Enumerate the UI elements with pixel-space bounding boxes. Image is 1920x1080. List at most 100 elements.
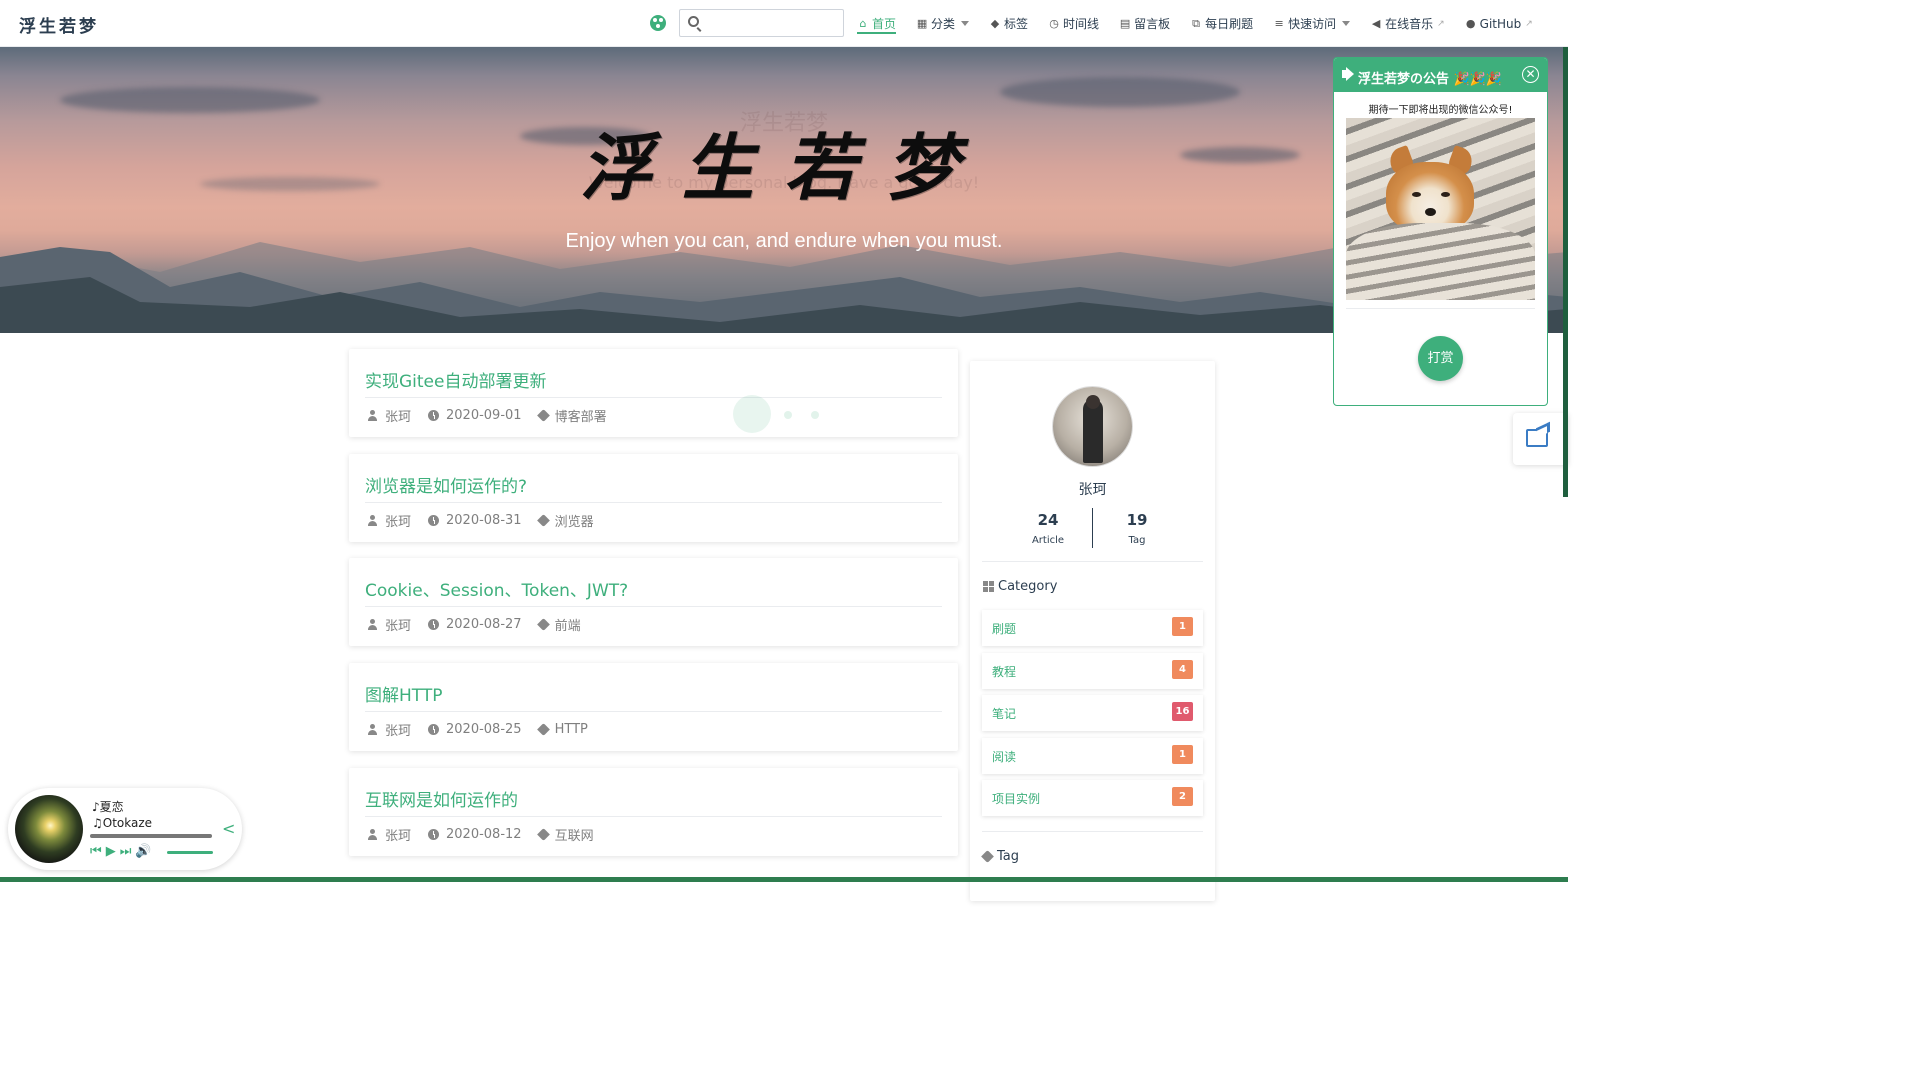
clock-icon: [428, 619, 440, 630]
category-name: 笔记: [992, 707, 1017, 721]
divider: [365, 606, 942, 607]
shiba-dog-image: [1346, 118, 1535, 300]
category-count-badge: 16: [1172, 702, 1193, 721]
nav-item-category[interactable]: ▦ 分类: [916, 0, 970, 47]
category-item[interactable]: 阅读 1: [982, 738, 1203, 774]
dog-eye: [1441, 192, 1450, 197]
category-count-badge: 1: [1172, 745, 1193, 764]
tag-icon: [981, 850, 994, 863]
list-icon: ≡: [1274, 16, 1284, 30]
post-tag[interactable]: 浏览器: [555, 511, 594, 530]
external-link-icon: ↗: [1437, 18, 1445, 29]
previous-icon[interactable]: ⏮: [90, 844, 102, 859]
play-icon[interactable]: ▶: [106, 844, 116, 859]
home-icon: ⌂: [859, 16, 867, 30]
user-icon: [367, 410, 378, 421]
site-name[interactable]: 浮生若梦: [19, 12, 99, 37]
user-icon: [367, 724, 378, 735]
post-title[interactable]: 图解HTTP: [365, 681, 443, 706]
reward-button[interactable]: 打赏: [1418, 336, 1463, 381]
nav-item-guestbook[interactable]: ▤ 留言板: [1119, 0, 1170, 47]
dog-nose: [1425, 208, 1436, 216]
search-input[interactable]: [704, 13, 838, 33]
collapse-icon[interactable]: <: [222, 819, 235, 838]
category-item[interactable]: 刷题 1: [982, 610, 1203, 646]
post-date: 2020-08-25: [446, 722, 522, 737]
post-title[interactable]: 实现Gitee自动部署更新: [365, 367, 546, 392]
divider: [1346, 308, 1535, 309]
scrollbar[interactable]: [1563, 47, 1568, 497]
post-meta: 张珂 2020-08-25 HTTP: [367, 720, 588, 739]
stat-articles[interactable]: 24 Article: [1018, 511, 1078, 546]
post-title[interactable]: 互联网是如何运作的: [365, 786, 518, 811]
divider: [1092, 508, 1093, 548]
album-cover[interactable]: [15, 795, 83, 863]
loading-pacman-icon: [733, 395, 771, 433]
divider: [365, 816, 942, 817]
post-date: 2020-08-31: [446, 513, 522, 528]
post-tag[interactable]: 互联网: [555, 825, 594, 844]
post-date: 2020-09-01: [446, 408, 522, 423]
post-tag[interactable]: 前端: [555, 615, 581, 634]
post-card: 互联网是如何运作的 张珂 2020-08-12 互联网: [349, 768, 958, 856]
user-icon: [367, 515, 378, 526]
category-item[interactable]: 项目实例 2: [982, 780, 1203, 816]
category-item[interactable]: 笔记 16: [982, 695, 1203, 731]
nav-item-label: 时间线: [1063, 17, 1100, 31]
post-date: 2020-08-27: [446, 617, 522, 632]
nav-item-music[interactable]: ◀ 在线音乐 ↗: [1370, 0, 1445, 47]
tag-icon: [536, 723, 550, 736]
palette-icon[interactable]: [650, 15, 666, 31]
notice-header: 浮生若梦の公告 🎉🎉🎉 ✕: [1334, 58, 1547, 92]
post-tag[interactable]: HTTP: [555, 722, 588, 737]
category-name: 阅读: [992, 750, 1017, 764]
speaker-icon: [1342, 70, 1348, 78]
divider: [365, 502, 942, 503]
post-author: 张珂: [385, 515, 412, 530]
blogger-name: 张珂: [1078, 482, 1107, 498]
post-author: 张珂: [385, 724, 412, 739]
github-icon: ●: [1465, 16, 1476, 30]
message-icon: ▤: [1119, 16, 1131, 30]
nav-item-quick-access[interactable]: ≡ 快速访问: [1273, 0, 1351, 47]
player-controls: ⏮ ▶ ⏭ 🔊: [90, 844, 156, 859]
notice-title: 浮生若梦の公告 🎉🎉🎉: [1358, 72, 1503, 87]
category-count-badge: 1: [1172, 617, 1193, 636]
progress-bar[interactable]: [90, 834, 212, 838]
nav-item-timeline[interactable]: ◷ 时间线: [1048, 0, 1099, 47]
share-button[interactable]: [1513, 413, 1568, 465]
nav-item-daily-practice[interactable]: ⧉ 每日刷题: [1190, 0, 1253, 47]
next-icon[interactable]: ⏭: [120, 844, 132, 859]
avatar-head: [1086, 395, 1100, 409]
post-card: 图解HTTP 张珂 2020-08-25 HTTP: [349, 663, 958, 751]
post-title[interactable]: Cookie、Session、Token、JWT?: [365, 576, 628, 601]
chevron-down-icon: [1342, 21, 1351, 26]
code-icon: ⧉: [1192, 16, 1200, 30]
blanket-shape: [1346, 223, 1535, 300]
stat-tags[interactable]: 19 Tag: [1107, 511, 1167, 546]
stat-number: 19: [1126, 511, 1148, 529]
category-item[interactable]: 教程 4: [982, 653, 1203, 689]
tag-icon: ◆: [990, 16, 1000, 30]
post-meta: 张珂 2020-09-01 博客部署: [367, 406, 607, 425]
search-box[interactable]: [679, 9, 844, 37]
nav-item-label: 每日刷题: [1205, 17, 1254, 31]
category-name: 教程: [992, 665, 1017, 679]
song-title: ♪夏恋: [92, 800, 124, 814]
post-title[interactable]: 浏览器是如何运作的?: [365, 472, 527, 497]
post-tag[interactable]: 博客部署: [555, 406, 607, 425]
nav-item-tags[interactable]: ◆ 标签: [989, 0, 1028, 47]
loading-dot: [811, 411, 819, 419]
external-link-icon: ↗: [1525, 18, 1533, 29]
nav-item-home[interactable]: ⌂ 首页: [857, 0, 897, 47]
tag-icon: [536, 828, 550, 841]
music-player: ♪夏恋 ♫Otokaze ⏮ ▶ ⏭ 🔊 <: [8, 788, 242, 870]
nav-item-label: 留言板: [1134, 17, 1171, 31]
nav-item-github[interactable]: ● GitHub ↗: [1465, 0, 1533, 47]
volume-icon[interactable]: 🔊: [135, 844, 151, 859]
navbar: 浮生若梦 ⌂ 首页 ▦ 分类 ◆ 标签 ◷ 时间线 ▤ 留言板 ⧉ 每日刷题 ≡…: [0, 0, 1568, 47]
volume-slider[interactable]: [167, 851, 213, 854]
clock-icon: [428, 410, 440, 421]
post-card: 实现Gitee自动部署更新 张珂 2020-09-01 博客部署: [349, 349, 958, 437]
close-icon[interactable]: ✕: [1522, 66, 1539, 83]
